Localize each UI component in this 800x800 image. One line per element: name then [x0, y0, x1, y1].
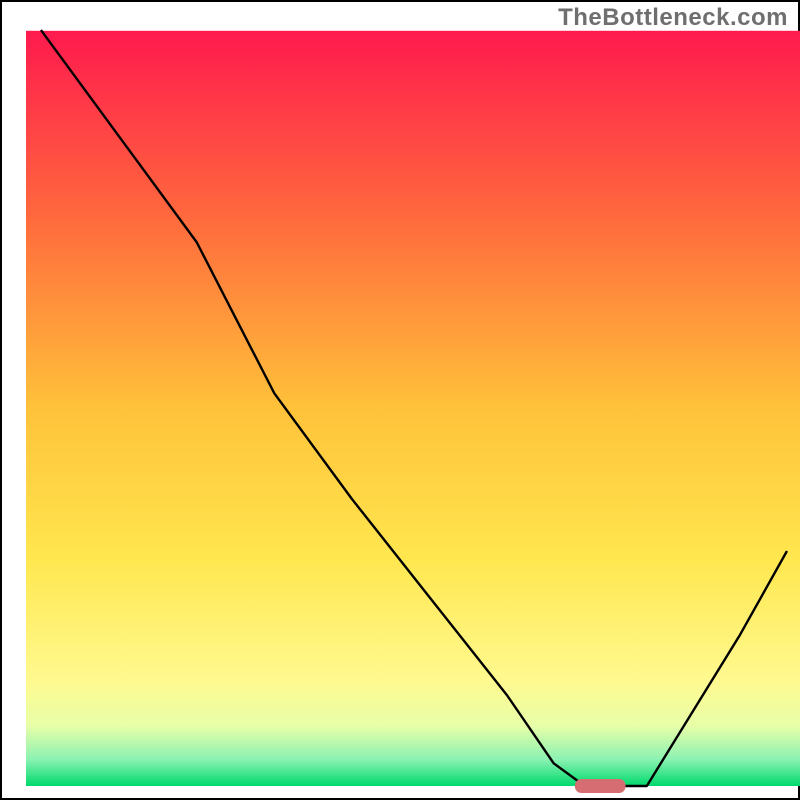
gradient-background [26, 31, 800, 786]
chart-canvas [2, 2, 800, 800]
watermark-label: TheBottleneck.com [558, 4, 788, 32]
optimal-marker [575, 780, 625, 793]
chart-frame: TheBottleneck.com [0, 0, 800, 800]
